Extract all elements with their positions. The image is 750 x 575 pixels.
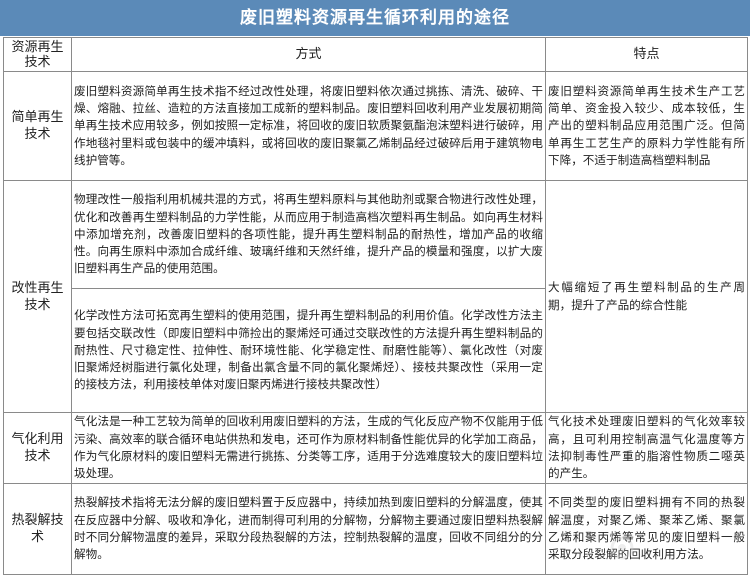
category-pyrolysis: 热裂解技术 [3, 483, 72, 575]
feature-simple: 废旧塑料资源简单再生技术生产工艺简单、资金投入较少、成本较低，生产出的塑料制品应… [545, 71, 748, 181]
category-modified: 改性再生技术 [3, 180, 72, 413]
table-row-simple: 简单再生技术 废旧塑料资源简单再生技术指不经过改性处理，将废旧塑料依次通过挑拣、… [3, 71, 748, 181]
feature-modified: 大幅缩短了再生塑料制品的生产周期，提升了产品的综合性能 [545, 180, 748, 413]
page: 废旧塑料资源再生循环利用的途径 资源再生技术 方式 特点 简单再生技术 废旧塑料… [0, 0, 750, 575]
category-simple: 简单再生技术 [3, 71, 72, 181]
feature-pyrolysis: 不同类型的废旧塑料拥有不同的热裂解温度，对聚乙烯、聚苯乙烯、聚氯乙烯和聚丙烯等常… [545, 483, 748, 575]
method-modified-physical: 物理改性一般指利用机械共混的方式，将再生塑料原料与其他助剂或聚合物进行改性处理，… [71, 180, 546, 289]
header-technology: 资源再生技术 [3, 37, 72, 72]
recycling-methods-table: 资源再生技术 方式 特点 简单再生技术 废旧塑料资源简单再生技术指不经过改性处理… [3, 37, 748, 575]
table-header-row: 资源再生技术 方式 特点 [3, 37, 748, 72]
category-gasification: 气化利用技术 [3, 412, 72, 484]
method-simple: 废旧塑料资源简单再生技术指不经过改性处理，将废旧塑料依次通过挑拣、清洗、破碎、干… [71, 71, 546, 181]
table-row-pyrolysis: 热裂解技术 热裂解技术指将无法分解的废旧塑料置于反应器中，持续加热到废旧塑料的分… [3, 483, 748, 575]
method-modified-chemical: 化学改性方法可拓宽再生塑料的使用范围，提升再生塑料制品的利用价值。化学改性方法主… [71, 288, 546, 413]
method-gasification: 气化法是一种工艺较为简单的回收利用废旧塑料的方法，生成的气化反应产物不仅能用于低… [71, 412, 546, 484]
table-row-modified-physical: 改性再生技术 物理改性一般指利用机械共混的方式，将再生塑料原料与其他助剂或聚合物… [3, 180, 748, 413]
header-feature: 特点 [545, 37, 748, 72]
method-pyrolysis: 热裂解技术指将无法分解的废旧塑料置于反应器中，持续加热到废旧塑料的分解温度，使其… [71, 483, 546, 575]
feature-gasification: 气化技术处理废旧塑料的气化效率较高，且可利用控制高温气化温度等方法抑制毒性严重的… [545, 412, 748, 484]
table-row-gasification: 气化利用技术 气化法是一种工艺较为简单的回收利用废旧塑料的方法，生成的气化反应产… [3, 412, 748, 484]
page-title: 废旧塑料资源再生循环利用的途径 [0, 0, 750, 36]
header-method: 方式 [71, 37, 546, 72]
